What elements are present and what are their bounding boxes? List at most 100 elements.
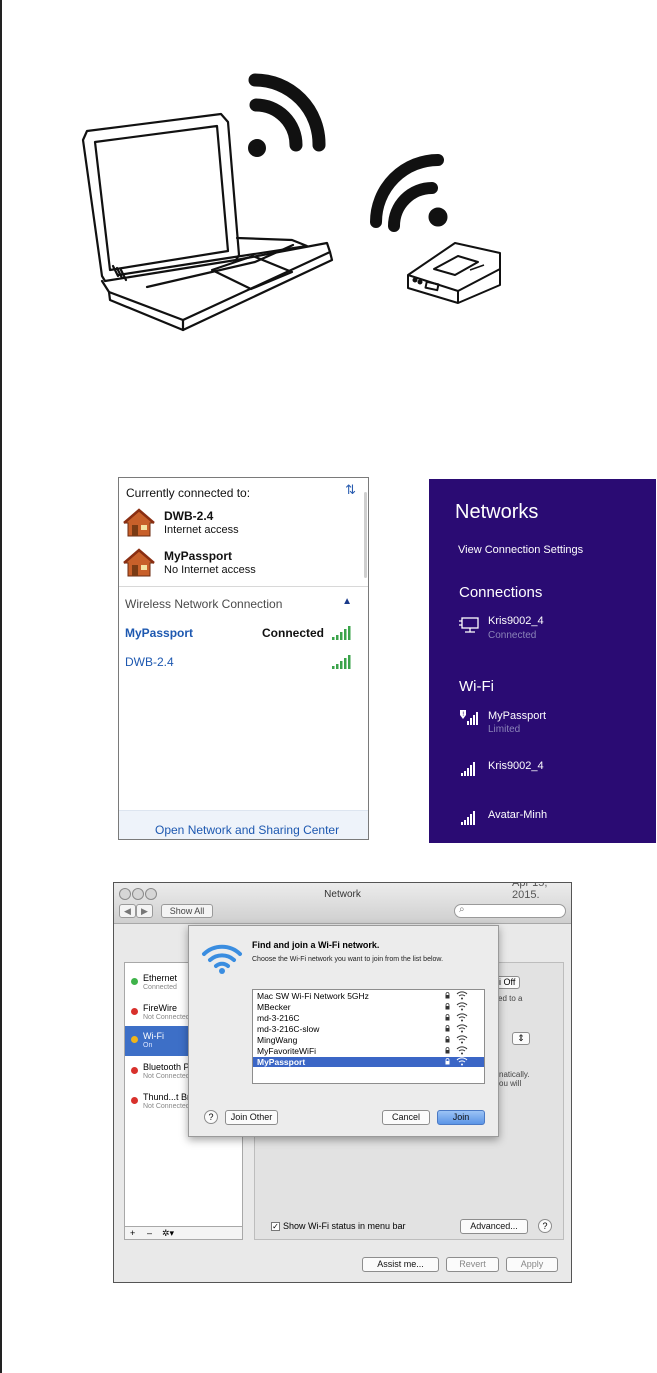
- connected-network-status: Internet access: [164, 524, 239, 536]
- gear-icon[interactable]: ✲▾: [162, 1228, 174, 1239]
- wifi-icon: [456, 1002, 468, 1011]
- window-titlebar: Network ◀ ▶ Show All ⌕: [114, 883, 571, 924]
- service-name: Wi-Fi: [143, 1031, 164, 1041]
- wifi-icon: [456, 1035, 468, 1044]
- wifi-network-dwb[interactable]: DWB-2.4: [125, 655, 174, 669]
- lock-icon: [445, 1003, 450, 1010]
- list-item[interactable]: Mac SW Wi-Fi Network 5GHz: [253, 991, 484, 1001]
- show-all-button[interactable]: Show All: [161, 904, 213, 918]
- back-button[interactable]: ◀: [119, 904, 136, 918]
- network-name: Mac SW Wi-Fi Network 5GHz: [257, 991, 369, 1001]
- wireless-section-header: Wireless Network Connection: [125, 597, 283, 611]
- wifi-network-name[interactable]: MyPassport: [488, 710, 546, 722]
- network-name: md-3-216C: [257, 1013, 300, 1023]
- cancel-button[interactable]: Cancel: [382, 1110, 430, 1125]
- network-connected-status: Connected: [262, 626, 325, 640]
- home-network-icon: [123, 508, 155, 537]
- connected-network-name: MyPassport: [164, 549, 233, 563]
- open-network-center-link[interactable]: Open Network and Sharing Center: [155, 823, 339, 837]
- home-network-icon: [123, 548, 155, 577]
- network-name: MBecker: [257, 1002, 291, 1012]
- advanced-button[interactable]: Advanced...: [460, 1219, 528, 1234]
- svg-text:!: !: [462, 711, 464, 718]
- wifi-icon: [248, 73, 326, 157]
- add-service-button[interactable]: +: [130, 1228, 135, 1238]
- connected-network-status: No Internet access: [164, 564, 256, 576]
- network-name: md-3-216C-slow: [257, 1024, 320, 1034]
- help-button[interactable]: ?: [204, 1110, 218, 1124]
- document-date-fragment: Apr 15, 2015.: [512, 882, 548, 901]
- lock-icon: [445, 1036, 450, 1043]
- divider: [119, 586, 368, 587]
- connected-network-name: DWB-2.4: [164, 509, 214, 523]
- revert-button[interactable]: Revert: [446, 1257, 499, 1272]
- networks-title: Networks: [455, 501, 539, 523]
- connection-illustration: [81, 73, 501, 332]
- remove-service-button[interactable]: –: [147, 1228, 152, 1238]
- wifi-icon: [456, 1057, 468, 1066]
- help-button[interactable]: ?: [538, 1219, 552, 1233]
- lock-icon: [445, 1047, 450, 1054]
- auto-join-text-fragment: ou will: [499, 1079, 522, 1088]
- wifi-network-list: Mac SW Wi-Fi Network 5GHz MBecker md-3-2…: [252, 989, 485, 1084]
- win8-networks-pane: Networks View Connection Settings Connec…: [429, 479, 656, 843]
- network-name: MingWang: [257, 1035, 298, 1045]
- list-item[interactable]: MingWang: [253, 1035, 484, 1045]
- status-dot: [131, 1067, 138, 1074]
- wifi-icon: [456, 991, 468, 1000]
- status-dot: [131, 1097, 138, 1104]
- lock-icon: [445, 1058, 450, 1065]
- wifi-icon: [456, 1024, 468, 1033]
- win7-network-flyout: Currently connected to: ⇅ DWB-2.4 Intern…: [118, 477, 369, 840]
- network-name-popup[interactable]: ⇕: [512, 1032, 530, 1045]
- search-field[interactable]: ⌕: [454, 904, 566, 918]
- service-status: Not Connected: [143, 1014, 190, 1021]
- collapse-chevron-icon[interactable]: ▲: [342, 596, 352, 607]
- join-other-button[interactable]: Join Other: [225, 1110, 278, 1125]
- search-icon: ⌕: [459, 904, 465, 915]
- portable-drive-icon: [407, 242, 501, 304]
- wifi-network-mypassport[interactable]: MyPassport: [125, 626, 193, 640]
- forward-button[interactable]: ▶: [136, 904, 153, 918]
- scrollbar[interactable]: [364, 492, 367, 578]
- assist-me-button[interactable]: Assist me...: [362, 1257, 439, 1272]
- wifi-header: Wi-Fi: [459, 678, 494, 695]
- wifi-network-name[interactable]: Kris9002_4: [488, 760, 544, 772]
- wifi-icon: [202, 944, 242, 974]
- wifi-signal-icon: [461, 762, 475, 776]
- wifi-network-name[interactable]: Avatar-Minh: [488, 809, 547, 821]
- show-wifi-status-checkbox[interactable]: ✓: [271, 1222, 280, 1231]
- show-wifi-status-label: Show Wi-Fi status in menu bar: [283, 1221, 406, 1231]
- lock-icon: [445, 1014, 450, 1021]
- service-status: Not Connected: [143, 1073, 190, 1080]
- service-status: Not Connected: [143, 1103, 190, 1110]
- connections-header: Connections: [459, 584, 543, 601]
- list-item-selected[interactable]: MyPassport: [253, 1057, 484, 1067]
- service-status: Connected: [143, 984, 177, 991]
- refresh-icon[interactable]: ⇅: [345, 482, 356, 498]
- join-button[interactable]: Join: [437, 1110, 485, 1125]
- list-item[interactable]: md-3-216C-slow: [253, 1024, 484, 1034]
- signal-strength-icon: [332, 655, 351, 669]
- status-text-fragment: ed to a: [498, 994, 523, 1003]
- network-name: MyPassport: [257, 1057, 306, 1067]
- apply-button[interactable]: Apply: [506, 1257, 558, 1272]
- list-item[interactable]: MyFavoriteWiFi: [253, 1046, 484, 1056]
- network-name: MyFavoriteWiFi: [257, 1046, 317, 1056]
- signal-strength-icon: [332, 626, 351, 640]
- wifi-network-status: Limited: [488, 724, 521, 735]
- list-item[interactable]: MBecker: [253, 1002, 484, 1012]
- list-item[interactable]: md-3-216C: [253, 1013, 484, 1023]
- status-dot: [131, 1008, 138, 1015]
- view-connection-settings-link[interactable]: View Connection Settings: [458, 544, 583, 556]
- wifi-icon: [370, 154, 448, 232]
- wifi-icon: [456, 1013, 468, 1022]
- connection-name[interactable]: Kris9002_4: [488, 615, 544, 627]
- flyout-footer: Open Network and Sharing Center: [119, 810, 368, 839]
- lock-icon: [445, 1025, 450, 1032]
- ethernet-icon: [459, 617, 479, 633]
- service-list-toolbar: + – ✲▾: [124, 1226, 243, 1240]
- sheet-title: Find and join a Wi-Fi network.: [252, 940, 380, 950]
- wifi-icon: [456, 1046, 468, 1055]
- service-name: FireWire: [143, 1003, 177, 1013]
